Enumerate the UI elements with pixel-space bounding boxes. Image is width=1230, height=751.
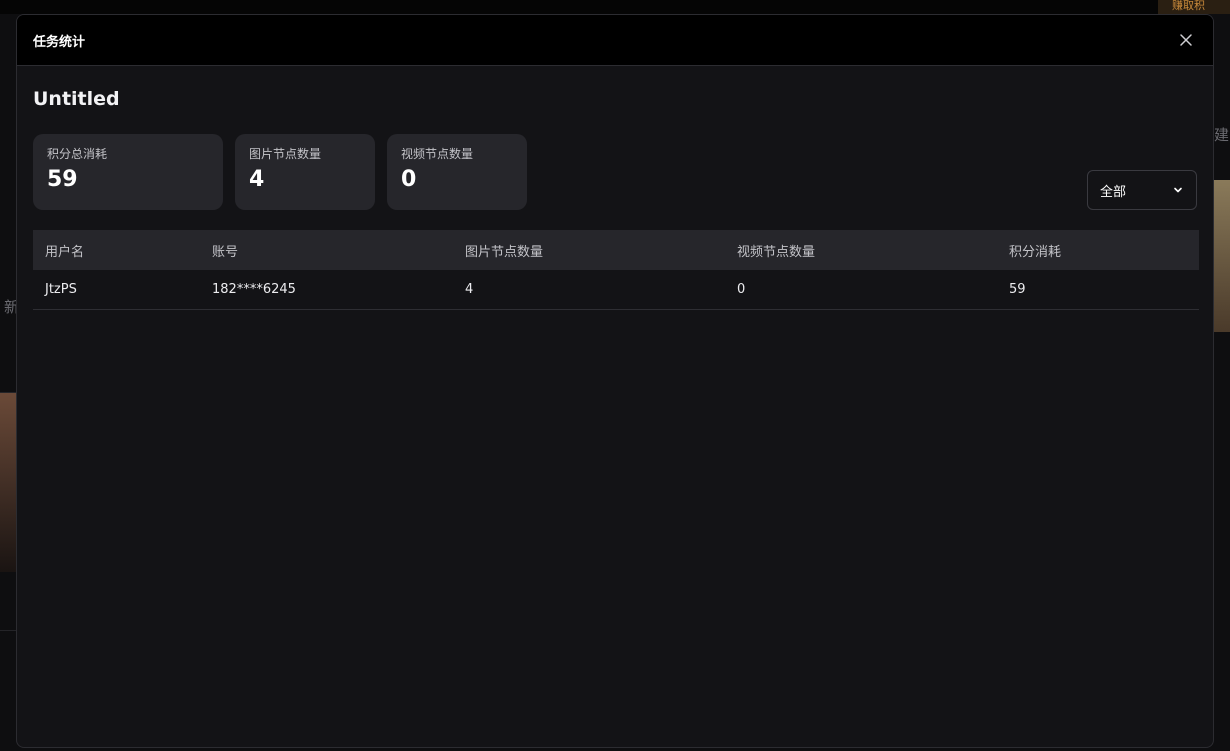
stat-label: 积分总消耗	[47, 147, 108, 161]
filter-selected-value: 全部	[1100, 184, 1127, 200]
stat-value: 0	[401, 167, 417, 192]
column-header-image-nodes: 图片节点数量	[465, 244, 544, 260]
cell-image-nodes: 4	[465, 282, 474, 297]
column-header-username: 用户名	[45, 244, 85, 260]
stat-card-video-nodes: 视频节点数量 0	[387, 134, 527, 210]
stat-card-image-nodes: 图片节点数量 4	[235, 134, 375, 210]
earn-points-button[interactable]: 赚取积	[1158, 0, 1230, 14]
column-header-account: 账号	[212, 244, 239, 260]
stat-label: 图片节点数量	[249, 147, 322, 161]
table-row: JtzPS 182****6245 4 0 59	[33, 270, 1199, 310]
stat-label: 视频节点数量	[401, 147, 474, 161]
background-thumbnail-right	[1214, 180, 1230, 332]
background-text-right: 建	[1214, 126, 1230, 144]
table-header: 用户名 账号 图片节点数量 视频节点数量 积分消耗	[33, 230, 1199, 270]
cell-points: 59	[1009, 282, 1026, 297]
modal-header: 任务统计	[17, 15, 1213, 66]
cell-username: JtzPS	[45, 282, 77, 297]
cell-account: 182****6245	[212, 282, 296, 297]
cell-video-nodes: 0	[737, 282, 746, 297]
modal-body: Untitled 积分总消耗 59 图片节点数量 4 视频节点数量 0 全部 用…	[17, 66, 1213, 310]
background-thumbnail-left	[0, 392, 16, 572]
modal-title: 任务统计	[33, 34, 86, 50]
column-header-points: 积分消耗	[1009, 244, 1062, 260]
stat-value: 59	[47, 167, 78, 192]
stats-row: 积分总消耗 59 图片节点数量 4 视频节点数量 0 全部	[33, 134, 1197, 210]
background-divider	[0, 630, 16, 631]
task-stats-modal: 任务统计 Untitled 积分总消耗 59 图片节点数量 4 视频节点数量 0…	[16, 14, 1214, 748]
stat-cards: 积分总消耗 59 图片节点数量 4 视频节点数量 0	[33, 134, 527, 210]
column-header-video-nodes: 视频节点数量	[737, 244, 816, 260]
background-topbar	[0, 0, 1230, 14]
document-title: Untitled	[33, 88, 120, 110]
stat-card-total-points: 积分总消耗 59	[33, 134, 223, 210]
filter-select[interactable]: 全部	[1087, 170, 1197, 210]
earn-points-label: 赚取积	[1172, 0, 1205, 12]
stat-value: 4	[249, 167, 265, 192]
close-icon	[1180, 34, 1192, 46]
chevron-down-icon	[1174, 187, 1182, 193]
close-button[interactable]	[1175, 29, 1197, 51]
stats-table: 用户名 账号 图片节点数量 视频节点数量 积分消耗 JtzPS 182****6…	[33, 230, 1199, 310]
background-divider	[0, 392, 16, 393]
